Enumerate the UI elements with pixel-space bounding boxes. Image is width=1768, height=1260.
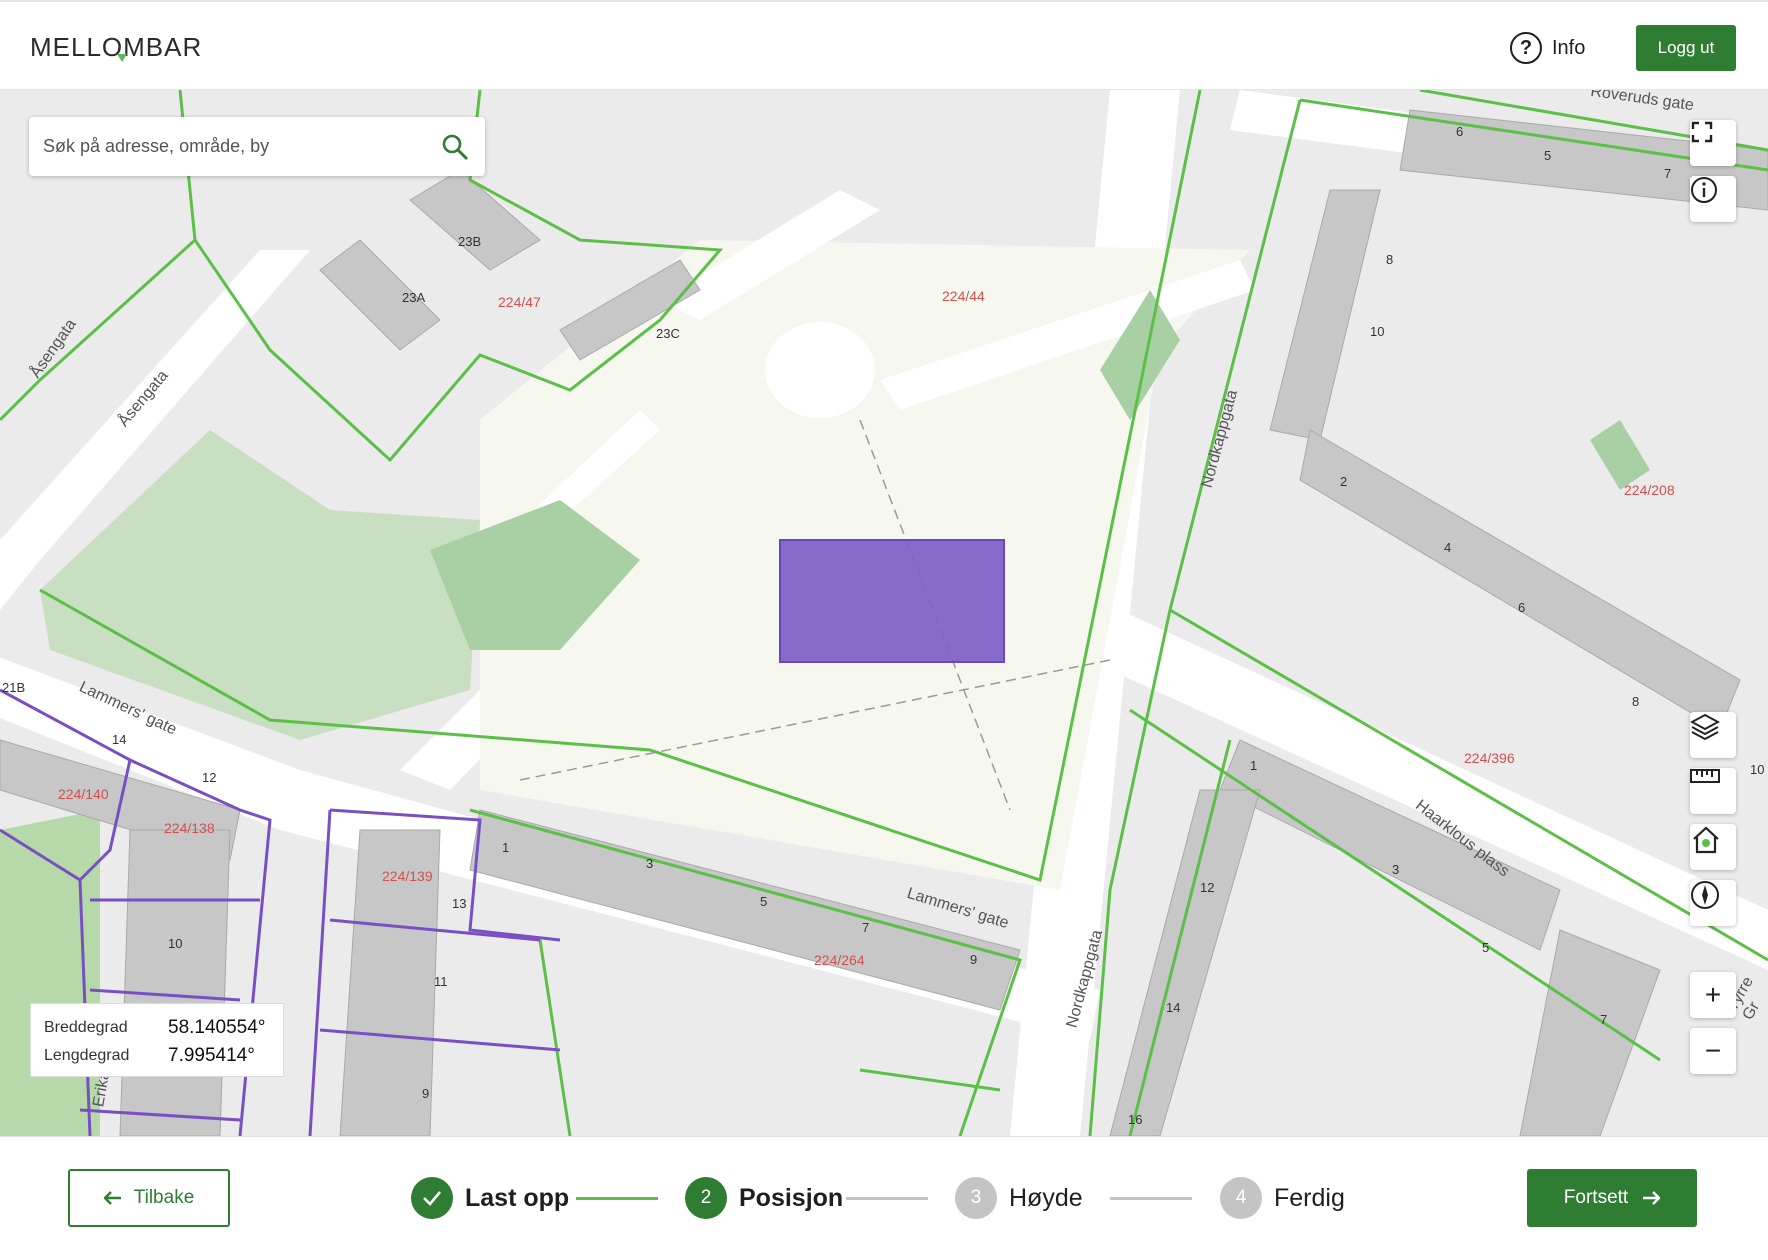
address-label: 9 <box>422 1086 430 1101</box>
back-button[interactable]: Tilbake <box>68 1169 230 1227</box>
help-icon: ? <box>1510 32 1542 64</box>
step-position: 2 Posisjon <box>685 1177 843 1219</box>
layers-icon <box>1690 713 1720 740</box>
info-button[interactable]: ? Info <box>1510 30 1585 66</box>
step-connector <box>1110 1197 1192 1200</box>
step-3-label: Høyde <box>1009 1183 1083 1212</box>
info-label: Info <box>1552 36 1586 59</box>
map-svg[interactable] <box>0 90 1768 1136</box>
step-height: 3 Høyde <box>955 1177 1083 1219</box>
address-label: 7 <box>1664 166 1672 181</box>
step-2-circle: 2 <box>685 1177 727 1219</box>
address-label: 10 <box>1750 762 1765 777</box>
address-label: 5 <box>1482 940 1490 955</box>
address-label: 13 <box>452 896 467 911</box>
address-label: 6 <box>1456 124 1464 139</box>
info-icon <box>1691 177 1717 203</box>
map-info-button[interactable] <box>1690 176 1736 222</box>
address-label: 10 <box>1370 324 1385 339</box>
parcel-label: 224/47 <box>498 294 541 310</box>
step-4-label: Ferdig <box>1274 1183 1345 1212</box>
address-label: 23A <box>402 290 426 305</box>
address-label: 7 <box>862 920 870 935</box>
address-label: 3 <box>646 856 654 871</box>
longitude-label: Lengdegrad <box>44 1047 130 1064</box>
fullscreen-button[interactable] <box>1690 120 1736 166</box>
continue-button[interactable]: Fortsett <box>1527 1169 1697 1227</box>
address-label: 5 <box>760 894 768 909</box>
address-label: 23B <box>458 234 482 249</box>
address-label: 16 <box>1128 1112 1143 1127</box>
home-pin-icon <box>1693 826 1719 854</box>
address-label: 8 <box>1632 694 1640 709</box>
address-label: 3 <box>1392 862 1400 877</box>
logout-button[interactable]: Logg ut <box>1636 25 1736 71</box>
compass-icon <box>1691 881 1719 909</box>
address-label: 11 <box>434 974 448 989</box>
address-label: 7 <box>1600 1012 1608 1027</box>
step-2-label: Posisjon <box>739 1183 844 1212</box>
address-label: 14 <box>1166 1000 1181 1015</box>
search-input[interactable] <box>43 117 423 176</box>
measure-button[interactable] <box>1690 768 1736 814</box>
parcel-label: 224/140 <box>58 786 109 802</box>
back-label: Tilbake <box>133 1187 195 1208</box>
fullscreen-icon <box>1691 121 1713 143</box>
step-done: 4 Ferdig <box>1220 1177 1345 1219</box>
longitude-value: 7.995414° <box>168 1045 255 1066</box>
address-label: 1 <box>502 840 510 855</box>
address-label: 12 <box>1200 880 1215 895</box>
step-3-circle: 3 <box>955 1177 997 1219</box>
parcel-label: 224/208 <box>1624 482 1675 498</box>
placed-object[interactable] <box>779 539 1005 663</box>
checkmark-icon <box>423 1191 441 1206</box>
step-1-label: Last opp <box>465 1183 570 1212</box>
address-label: 23C <box>656 326 680 341</box>
parcel-label: 224/264 <box>814 952 865 968</box>
bottom-bar: Tilbake Last opp 2 Posisjon 3 Høyde 4 Fe… <box>0 1136 1768 1260</box>
address-label: 9 <box>970 952 978 967</box>
zoom-out-button[interactable]: − <box>1690 1028 1736 1074</box>
address-label: 2 <box>1340 474 1348 489</box>
address-label: 6 <box>1518 600 1526 615</box>
parcel-label: 224/44 <box>942 288 985 304</box>
coordinate-readout: Breddegrad 58.140554° Lengdegrad 7.99541… <box>30 1003 284 1077</box>
step-4-circle: 4 <box>1220 1177 1262 1219</box>
top-bar: MELLOMBAR ? Info Logg ut <box>0 0 1768 90</box>
ruler-icon <box>1690 769 1720 783</box>
step-connector <box>846 1197 928 1200</box>
address-label: 5 <box>1544 148 1552 163</box>
map-canvas[interactable]: Roveruds gate Åsengata Åsengata Lammers'… <box>0 90 1768 1136</box>
address-label: 4 <box>1444 540 1452 555</box>
address-label: 1 <box>1250 758 1258 773</box>
latitude-label: Breddegrad <box>44 1019 128 1036</box>
address-label: 14 <box>112 732 127 747</box>
step-1-circle <box>411 1177 453 1219</box>
search-box[interactable] <box>29 117 485 176</box>
home-location-button[interactable] <box>1690 824 1736 870</box>
address-label: 8 <box>1386 252 1394 267</box>
parcel-label: 224/396 <box>1464 750 1515 766</box>
step-upload: Last opp <box>411 1177 569 1219</box>
latitude-value: 58.140554° <box>168 1017 266 1038</box>
search-icon[interactable] <box>441 133 469 161</box>
logo-mark-icon <box>117 54 127 62</box>
address-label: 12 <box>202 770 217 785</box>
parcel-label: 224/138 <box>164 820 215 836</box>
compass-button[interactable] <box>1690 880 1736 926</box>
arrow-right-icon <box>1643 1191 1661 1205</box>
continue-label: Fortsett <box>1563 1187 1629 1208</box>
address-label: 10 <box>168 936 183 951</box>
address-label: 21B <box>2 680 26 695</box>
layers-button[interactable] <box>1690 712 1736 758</box>
parcel-label: 224/139 <box>382 868 433 884</box>
zoom-in-button[interactable]: + <box>1690 972 1736 1018</box>
arrow-left-icon <box>103 1191 121 1205</box>
step-connector <box>576 1197 658 1200</box>
